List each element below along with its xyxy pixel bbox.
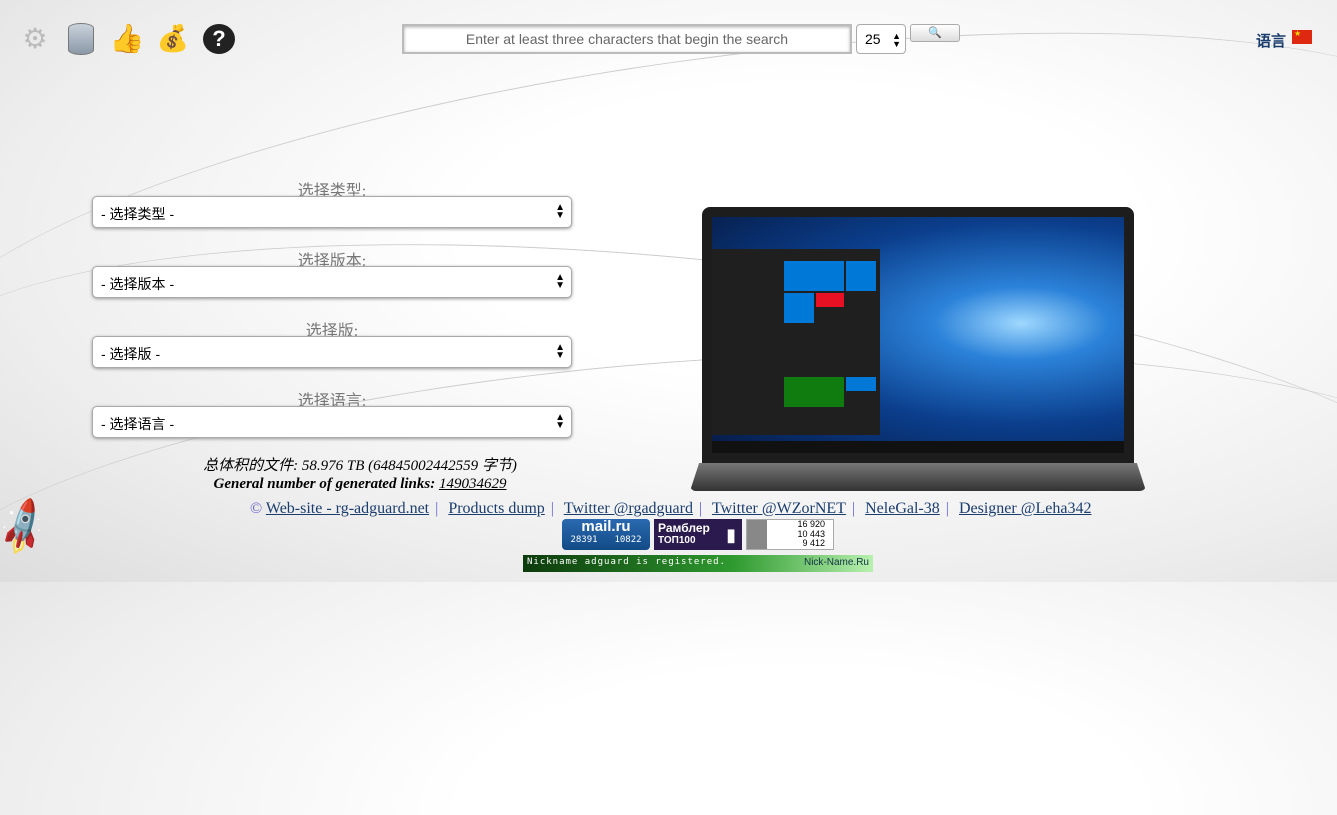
copyright-symbol: © [250, 500, 263, 517]
version-select[interactable]: - 选择版本 - ▲ ▼ [92, 266, 572, 298]
statistics: 总体积的文件: 58.976 TB (64845002442559 字节) Ge… [160, 457, 560, 493]
mailru-logo: mail.ru [581, 518, 631, 535]
toolbar: ⚙ 👍 💰 ? [18, 22, 236, 56]
footer-link-twitter-rgadguard[interactable]: Twitter @rgadguard [564, 500, 693, 517]
search-icon: 🔍 [928, 27, 942, 39]
laptop-image [702, 207, 1134, 463]
language-select[interactable]: - 选择语言 - ▲ ▼ [92, 406, 572, 438]
total-size-value: 58.976 TB (64845002442559 字节) [301, 458, 517, 474]
footer-links: © Web-site - rg-adguard.net | Products du… [250, 500, 1091, 518]
total-size-label: 总体积的文件: [203, 458, 299, 474]
nickname-banner[interactable]: Nickname adguard is registered. Nick-Nam… [523, 555, 873, 572]
database-icon[interactable] [64, 22, 98, 56]
mailru-counter[interactable]: mail.ru 28391 10822 [562, 519, 650, 550]
china-flag-icon[interactable]: ★ [1292, 30, 1312, 44]
taskbar [712, 441, 1124, 453]
gear-icon[interactable]: ⚙ [18, 22, 52, 56]
language-label[interactable]: 语言 [1256, 30, 1286, 51]
footer-link-twitter-wzornet[interactable]: Twitter @WZorNET [712, 500, 846, 517]
language-select-value: - 选择语言 - [101, 416, 175, 432]
type-select-value: - 选择类型 - [101, 206, 175, 222]
divider: | [550, 500, 554, 517]
footer-link-designer[interactable]: Designer @Leha342 [959, 500, 1091, 517]
version-select-value: - 选择版本 - [101, 276, 175, 292]
results-count-value: 25 [865, 31, 881, 47]
links-count-value[interactable]: 149034629 [439, 476, 507, 492]
liveinternet-logo [747, 520, 767, 549]
footer-link-products-dump[interactable]: Products dump [448, 500, 544, 517]
laptop-base [690, 463, 1146, 491]
money-bag-icon[interactable]: 💰 [156, 22, 190, 56]
divider: | [698, 500, 703, 517]
select-arrows-icon: ▲ ▼ [555, 272, 565, 291]
select-arrows-icon: ▲ ▼ [555, 202, 565, 221]
thumbs-up-icon[interactable]: 👍 [110, 22, 145, 56]
search-button[interactable]: 🔍 [910, 24, 960, 42]
edition-select[interactable]: - 选择版 - ▲ ▼ [92, 336, 572, 368]
select-arrows-icon: ▲ ▼ [555, 342, 565, 361]
divider: | [945, 500, 949, 517]
search-input[interactable]: Enter at least three characters that beg… [402, 24, 852, 54]
mailru-value-a: 28391 [570, 535, 598, 545]
windows-desktop-screenshot [712, 217, 1124, 453]
results-count-select[interactable]: 25 ▲ ▼ [856, 24, 906, 54]
links-count-label: General number of generated links: [213, 476, 436, 492]
select-arrows-icon: ▲ ▼ [555, 412, 565, 431]
rambler-counter[interactable]: Рамблер ТОП100 ▮ [654, 519, 742, 550]
edition-select-value: - 选择版 - [101, 346, 161, 362]
divider: | [851, 500, 856, 517]
mailru-value-b: 10822 [614, 535, 642, 545]
liveinternet-counter[interactable]: 16 920 10 443 9 412 [746, 519, 834, 550]
footer-link-website[interactable]: Web-site - rg-adguard.net [266, 500, 429, 517]
bars-icon: ▮ [726, 525, 736, 545]
footer-link-nelegal[interactable]: NeleGal-38 [865, 500, 940, 517]
nickname-brand: Nick-Name.Ru [803, 557, 869, 568]
type-select[interactable]: - 选择类型 - ▲ ▼ [92, 196, 572, 228]
stepper-arrows-icon: ▲ ▼ [892, 31, 901, 49]
nickname-text: Nickname adguard is registered. [527, 557, 726, 567]
help-icon[interactable]: ? [202, 22, 236, 56]
start-menu-image [712, 249, 880, 435]
divider: | [435, 500, 439, 517]
